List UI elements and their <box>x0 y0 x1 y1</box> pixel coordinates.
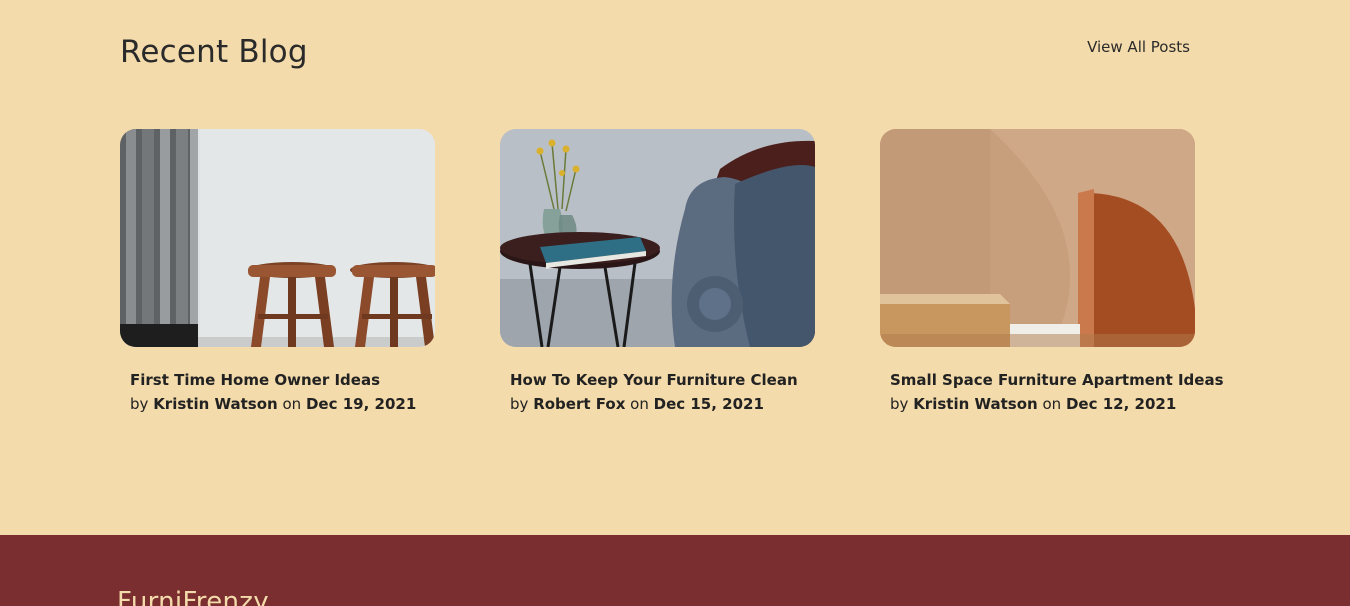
footer-brand-logo[interactable]: FurniFrenzy <box>117 587 269 606</box>
by-label: by <box>510 395 529 413</box>
post-date: Dec 12, 2021 <box>1065 395 1177 413</box>
author-name[interactable]: Kristin Watson <box>913 395 1038 413</box>
blog-post-title[interactable]: How To Keep Your Furniture Clean <box>510 371 815 389</box>
author-name[interactable]: Kristin Watson <box>153 395 278 413</box>
by-label: by <box>130 395 149 413</box>
abstract-shapes-image <box>880 129 1195 347</box>
blog-card[interactable]: Small Space Furniture Apartment Ideas by… <box>880 129 1224 413</box>
blog-card-image-stools[interactable] <box>120 129 435 347</box>
post-date: Dec 15, 2021 <box>653 395 764 413</box>
blog-post-meta: by Robert Fox on Dec 15, 2021 <box>510 395 815 413</box>
on-label: on <box>630 395 649 413</box>
blog-card[interactable]: First Time Home Owner Ideas by Kristin W… <box>120 129 435 413</box>
view-all-posts-link[interactable]: View All Posts <box>1087 38 1190 56</box>
by-label: by <box>890 395 909 413</box>
stools-image <box>120 129 435 347</box>
blog-card-image-side-table[interactable] <box>500 129 815 347</box>
blog-post-meta: by Kristin Watson on Dec 12, 2021 <box>890 395 1195 413</box>
blog-post-title[interactable]: First Time Home Owner Ideas <box>130 371 435 389</box>
blog-card[interactable]: How To Keep Your Furniture Clean by Robe… <box>500 129 815 413</box>
on-label: on <box>282 395 302 413</box>
side-table-sofa-image <box>500 129 815 347</box>
blog-post-meta: by Kristin Watson on Dec 19, 2021 <box>130 395 435 413</box>
author-name[interactable]: Robert Fox <box>533 395 625 413</box>
footer: FurniFrenzy <box>0 535 1350 606</box>
blog-post-title[interactable]: Small Space Furniture Apartment Ideas <box>890 371 1224 389</box>
blog-card-image-abstract[interactable] <box>880 129 1195 347</box>
post-date: Dec 19, 2021 <box>305 395 417 413</box>
section-title: Recent Blog <box>120 34 308 70</box>
on-label: on <box>1042 395 1062 413</box>
recent-blog-section: Recent Blog View All Posts First Time Ho… <box>0 0 1350 535</box>
